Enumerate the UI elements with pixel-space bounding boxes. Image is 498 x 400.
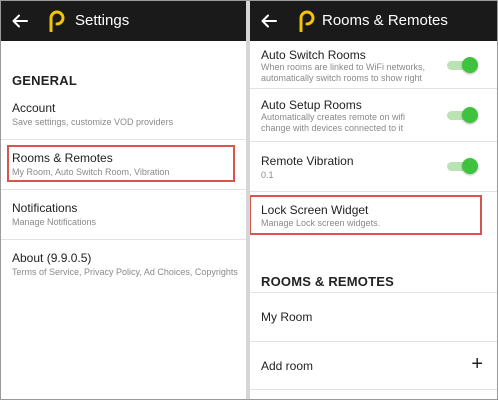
- item-subtitle-line2: change with devices connected to it: [261, 123, 404, 133]
- toggle-thumb: [462, 158, 478, 174]
- room-label: My Room: [261, 310, 313, 324]
- item-label: Notifications: [12, 201, 78, 215]
- setting-remote-vibration[interactable]: Remote Vibration 0.1: [250, 142, 497, 192]
- item-subtitle: Manage Notifications: [12, 217, 97, 227]
- settings-item-about[interactable]: About (9.9.0.5) Terms of Service, Privac…: [1, 240, 246, 289]
- item-label: Auto Setup Rooms: [261, 98, 362, 112]
- highlight-box: [7, 145, 235, 182]
- room-item-my-room[interactable]: My Room: [250, 292, 497, 342]
- setting-auto-switch-rooms[interactable]: Auto Switch Rooms When rooms are linked …: [250, 41, 497, 89]
- item-subtitle-line2: automatically switch rooms to show right: [261, 73, 423, 83]
- section-header-rooms-remotes: ROOMS & REMOTES: [261, 274, 395, 289]
- rooms-remotes-screen: Rooms & Remotes Auto Switch Rooms When r…: [250, 1, 497, 399]
- section-header-general: GENERAL: [12, 73, 77, 88]
- settings-screen: Settings GENERAL Account Save settings, …: [1, 1, 246, 399]
- add-icon[interactable]: +: [471, 354, 483, 374]
- back-arrow-icon[interactable]: [11, 12, 29, 30]
- item-subtitle: Save settings, customize VOD providers: [12, 117, 174, 127]
- back-arrow-icon[interactable]: [260, 12, 278, 30]
- screenshot-frame: Settings GENERAL Account Save settings, …: [0, 0, 498, 400]
- highlight-box: [250, 195, 482, 235]
- item-subtitle: Terms of Service, Privacy Policy, Ad Cho…: [12, 267, 238, 277]
- app-bar: Rooms & Remotes: [250, 1, 497, 41]
- toggle-remote-vibration[interactable]: [447, 158, 478, 174]
- app-logo-icon: [49, 10, 65, 32]
- settings-item-notifications[interactable]: Notifications Manage Notifications: [1, 190, 246, 240]
- setting-auto-setup-rooms[interactable]: Auto Setup Rooms Automatically creates r…: [250, 89, 497, 142]
- app-logo-icon: [299, 10, 315, 32]
- page-title: Settings: [75, 12, 130, 29]
- item-label: Auto Switch Rooms: [261, 48, 366, 62]
- item-label: Account: [12, 101, 56, 115]
- page-title: Rooms & Remotes: [322, 12, 448, 29]
- app-bar: Settings: [1, 1, 246, 41]
- item-subtitle: When rooms are linked to WiFi networks,: [261, 62, 426, 72]
- toggle-auto-setup-rooms[interactable]: [447, 107, 478, 123]
- add-room-row[interactable]: Add room +: [250, 341, 497, 390]
- toggle-auto-switch-rooms[interactable]: [447, 57, 478, 73]
- toggle-thumb: [462, 107, 478, 123]
- settings-item-account[interactable]: Account Save settings, customize VOD pro…: [1, 90, 246, 140]
- item-subtitle: Automatically creates remote on wifi: [261, 112, 406, 122]
- item-label: About (9.9.0.5): [12, 251, 92, 265]
- item-label: Remote Vibration: [261, 154, 354, 168]
- add-room-label: Add room: [261, 359, 314, 373]
- item-subtitle: 0.1: [261, 170, 274, 180]
- toggle-thumb: [462, 57, 478, 73]
